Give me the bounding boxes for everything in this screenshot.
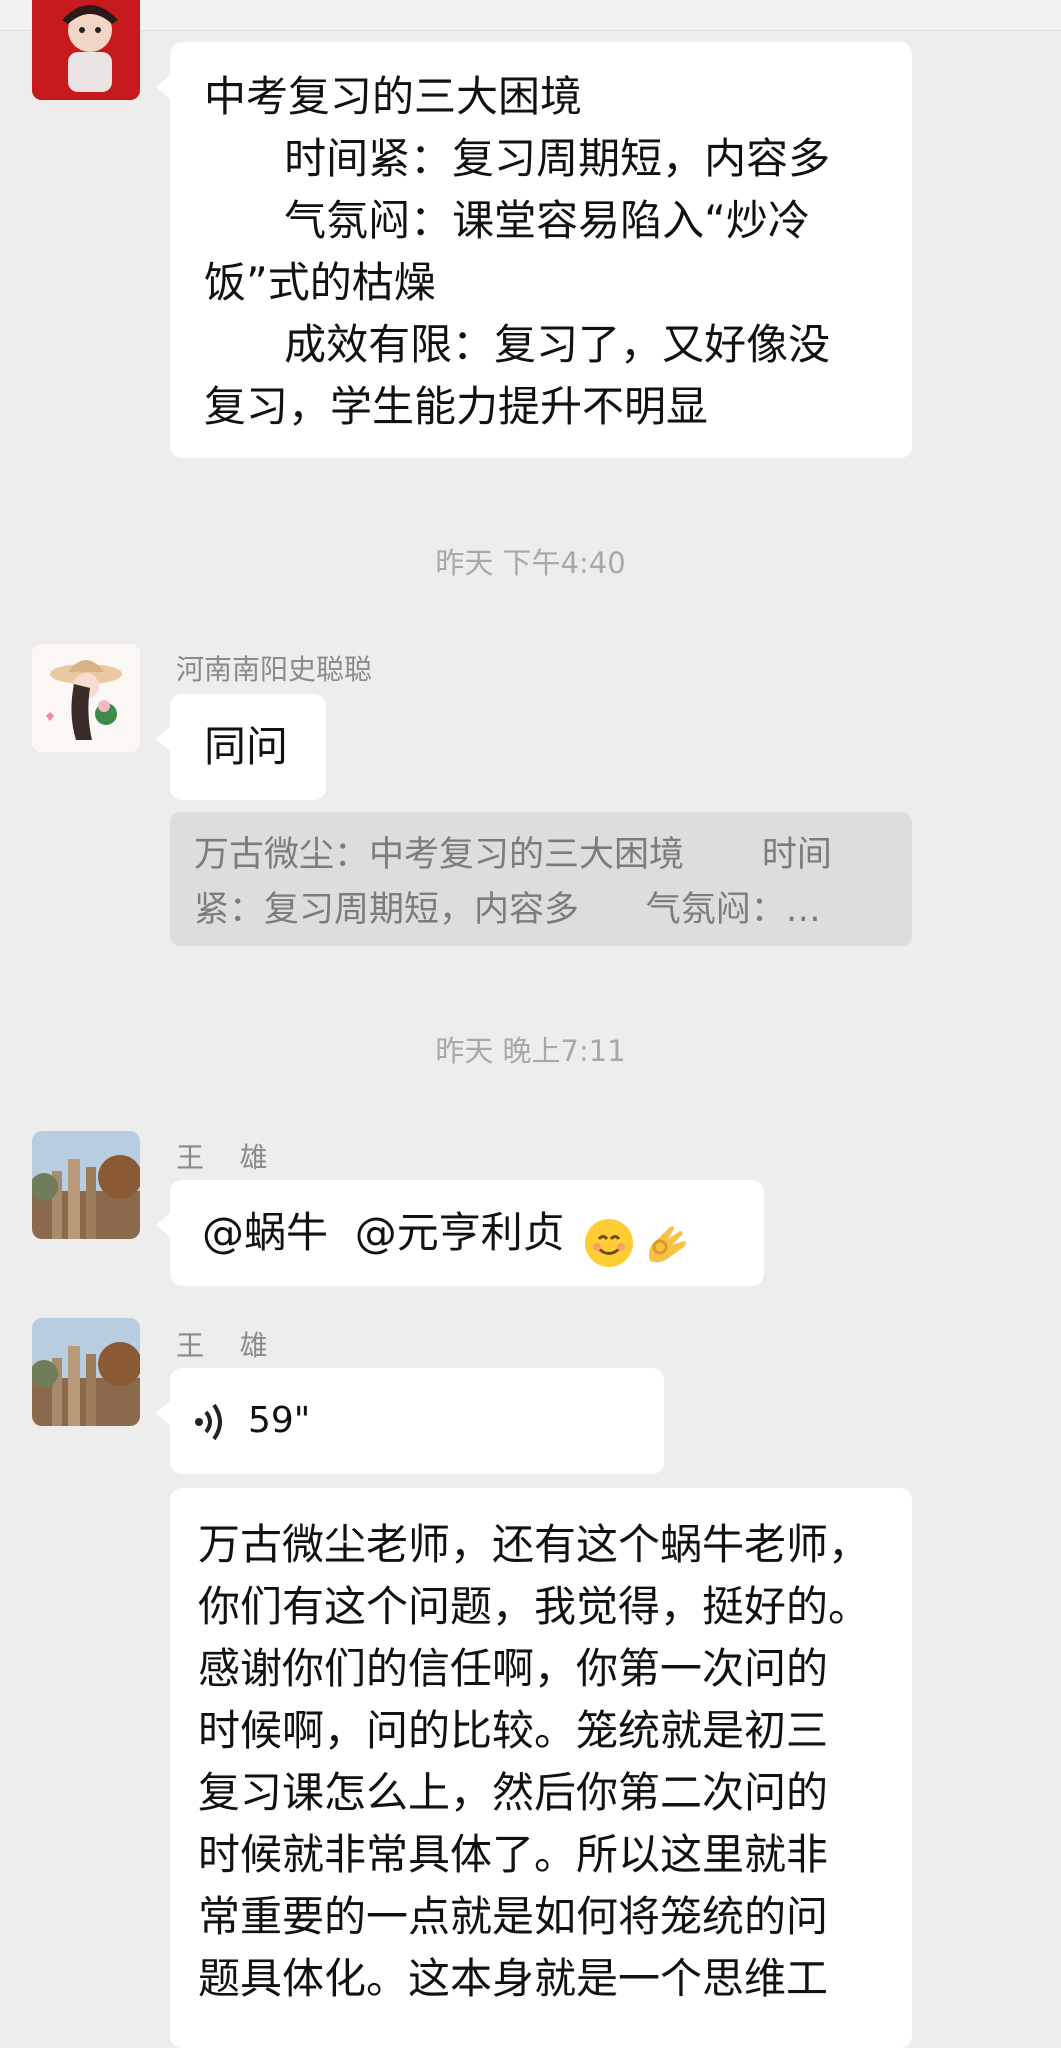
timestamp: 昨天 晚上7:11 bbox=[435, 1034, 626, 1068]
avatar[interactable] bbox=[32, 644, 140, 752]
message-text-line: 中考复习的三大困境 bbox=[204, 72, 583, 121]
message-text: 同问 bbox=[204, 722, 289, 771]
message-text-line: 万古微尘老师，还有这个蜗牛老师， bbox=[198, 1520, 871, 1569]
avatar-image bbox=[32, 644, 140, 752]
message-text: @蜗牛 @元亨利贞 bbox=[202, 1208, 579, 1257]
ok-hand-icon bbox=[640, 1217, 692, 1269]
quoted-message[interactable]: 万古微尘：中考复习的三大困境 时间 紧：复习周期短，内容多 气氛闷：… bbox=[170, 812, 912, 946]
message-bubble[interactable]: 同问 bbox=[156, 694, 326, 800]
message-text-line: 气氛闷：课堂容易陷入“炒冷 bbox=[204, 196, 810, 245]
message-bubble[interactable]: 中考复习的三大困境 时间紧：复习周期短，内容多 气氛闷：课堂容易陷入“炒冷 饭”… bbox=[156, 42, 912, 458]
avatar-image bbox=[32, 0, 140, 100]
transcription-bubble[interactable]: 万古微尘老师，还有这个蜗牛老师， 你们有这个问题，我觉得，挺好的。 感谢你们的信… bbox=[170, 1488, 912, 2048]
voice-duration: 59" bbox=[248, 1400, 311, 1441]
avatar[interactable] bbox=[32, 1131, 140, 1239]
message-text-line: 常重要的一点就是如何将笼统的问 bbox=[198, 1892, 829, 1941]
message-text-line: 成效有限：复习了，又好像没 bbox=[204, 320, 831, 369]
message-text-line: 题具体化。这本身就是一个思维工 bbox=[198, 1954, 829, 2003]
message-text-line: 时候啊，问的比较。笼统就是初三 bbox=[198, 1706, 829, 1755]
message-text-line: 你们有这个问题，我觉得，挺好的。 bbox=[198, 1582, 871, 1631]
avatar[interactable] bbox=[32, 1318, 140, 1426]
timestamp: 昨天 下午4:40 bbox=[435, 546, 626, 580]
message-text-line: 时间紧：复习周期短，内容多 bbox=[204, 134, 831, 183]
message-text-line: 感谢你们的信任啊，你第一次问的 bbox=[198, 1644, 829, 1693]
top-bar bbox=[0, 0, 1061, 31]
sender-name: 王 雄 bbox=[176, 1329, 268, 1362]
message-text-line: 复习课怎么上，然后你第二次问的 bbox=[198, 1768, 829, 1817]
avatar-image bbox=[32, 1131, 140, 1239]
avatar[interactable] bbox=[32, 0, 140, 100]
avatar-image bbox=[32, 1318, 140, 1426]
message-text-line: 时候就非常具体了。所以这里就非 bbox=[198, 1830, 829, 1879]
message-text-line: 复习，学生能力提升不明显 bbox=[204, 382, 709, 431]
message-text-line: 饭”式的枯燥 bbox=[204, 258, 436, 307]
smiling-face-icon bbox=[583, 1217, 635, 1269]
quote-line: 万古微尘：中考复习的三大困境 时间 bbox=[194, 835, 832, 875]
sender-name: 王 雄 bbox=[176, 1141, 268, 1174]
message-bubble[interactable]: @蜗牛 @元亨利贞 bbox=[156, 1180, 764, 1286]
voice-wave-icon bbox=[194, 1402, 228, 1446]
sender-name: 河南南阳史聪聪 bbox=[176, 653, 373, 686]
voice-message[interactable]: 59" bbox=[156, 1368, 664, 1474]
quote-line: 紧：复习周期短，内容多 气氛闷：… bbox=[194, 890, 821, 930]
